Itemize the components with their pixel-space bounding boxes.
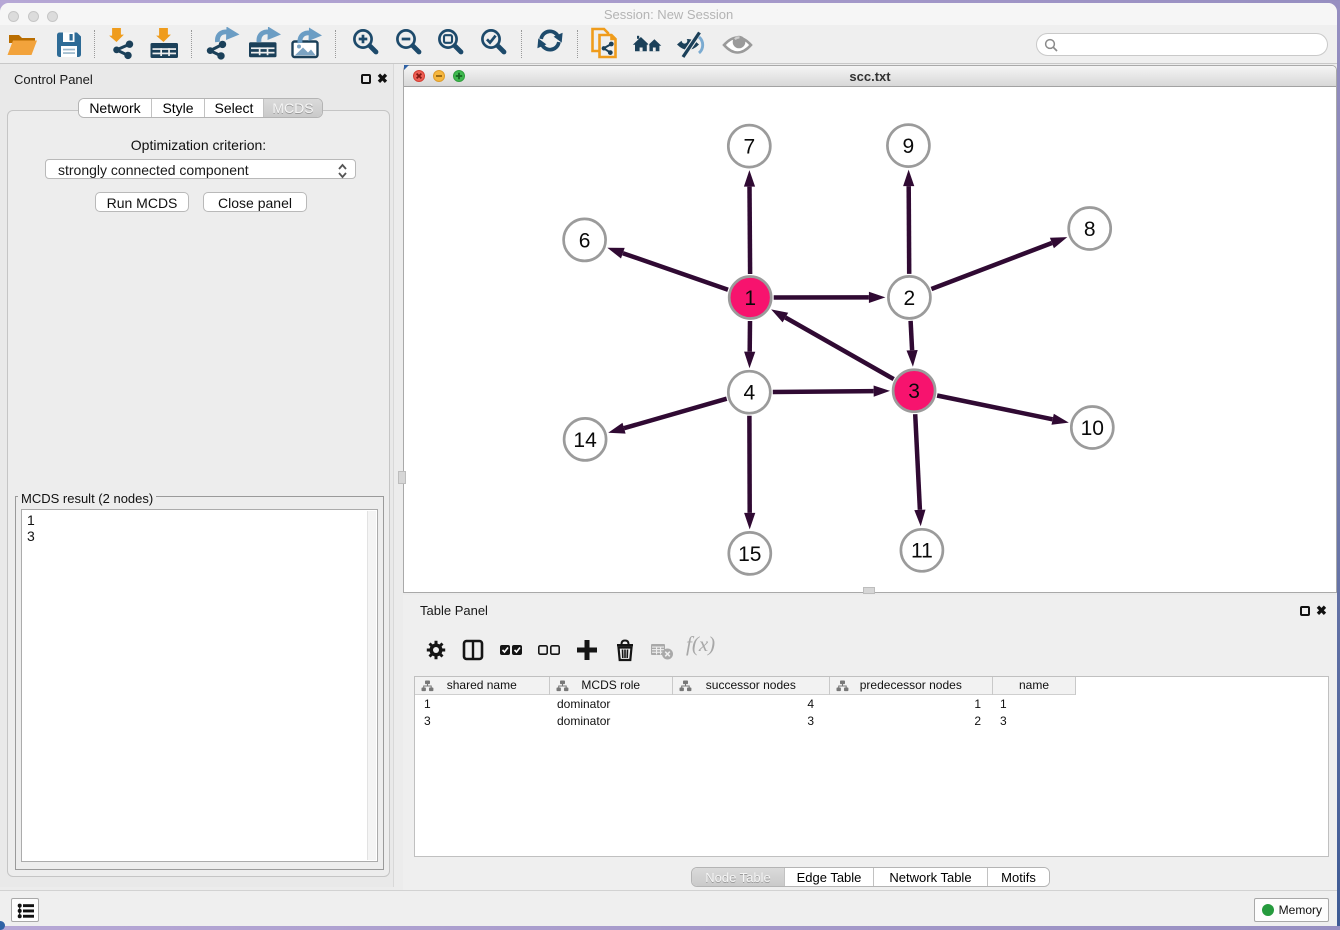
svg-text:8: 8 bbox=[1084, 218, 1096, 241]
svg-text:14: 14 bbox=[573, 429, 597, 452]
svg-text:15: 15 bbox=[738, 543, 761, 566]
svg-text:1: 1 bbox=[744, 287, 756, 310]
svg-text:4: 4 bbox=[743, 382, 755, 405]
svg-text:3: 3 bbox=[908, 380, 920, 403]
svg-text:9: 9 bbox=[903, 135, 915, 158]
svg-text:7: 7 bbox=[743, 136, 755, 159]
svg-text:2: 2 bbox=[904, 287, 916, 310]
svg-text:10: 10 bbox=[1081, 417, 1104, 440]
svg-text:6: 6 bbox=[579, 229, 591, 252]
svg-text:11: 11 bbox=[911, 540, 933, 563]
